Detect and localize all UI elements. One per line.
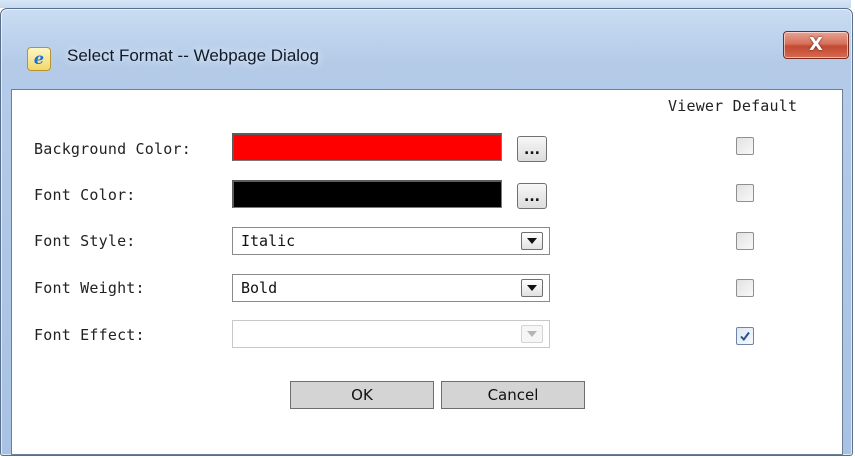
viewer-default-header: Viewer Default bbox=[668, 97, 798, 115]
background-color-viewer-default-checkbox[interactable] bbox=[736, 137, 754, 155]
font-style-value: Italic bbox=[241, 232, 296, 250]
font-style-viewer-default-checkbox[interactable] bbox=[736, 232, 754, 250]
close-button[interactable]: X bbox=[783, 31, 849, 59]
background-color-picker-button[interactable]: ... bbox=[517, 136, 547, 162]
font-weight-label: Font Weight: bbox=[34, 279, 145, 297]
font-style-label: Font Style: bbox=[34, 232, 136, 250]
background-color-label: Background Color: bbox=[34, 140, 191, 158]
internet-explorer-icon: e bbox=[27, 47, 51, 71]
font-weight-value: Bold bbox=[241, 279, 278, 297]
chevron-down-icon[interactable] bbox=[521, 232, 543, 250]
font-effect-viewer-default-checkbox[interactable] bbox=[736, 327, 754, 345]
font-weight-select[interactable]: Bold bbox=[232, 274, 550, 302]
cancel-button[interactable]: Cancel bbox=[441, 381, 585, 409]
font-color-label: Font Color: bbox=[34, 186, 136, 204]
font-color-viewer-default-checkbox[interactable] bbox=[736, 184, 754, 202]
font-color-picker-button[interactable]: ... bbox=[517, 183, 547, 209]
font-color-swatch[interactable] bbox=[232, 180, 502, 208]
background-color-swatch[interactable] bbox=[232, 133, 502, 161]
font-effect-select[interactable] bbox=[232, 320, 550, 348]
ok-button[interactable]: OK bbox=[290, 381, 434, 409]
chevron-down-icon bbox=[521, 325, 543, 343]
checkmark-icon bbox=[740, 331, 750, 342]
font-style-select[interactable]: Italic bbox=[232, 227, 550, 255]
title-bar[interactable]: e Select Format -- Webpage Dialog X bbox=[9, 13, 849, 81]
screen-top-edge bbox=[0, 0, 851, 8]
close-icon: X bbox=[809, 34, 823, 55]
chevron-down-icon[interactable] bbox=[521, 279, 543, 297]
font-weight-viewer-default-checkbox[interactable] bbox=[736, 279, 754, 297]
window-title: Select Format -- Webpage Dialog bbox=[67, 46, 319, 65]
font-effect-label: Font Effect: bbox=[34, 326, 145, 344]
